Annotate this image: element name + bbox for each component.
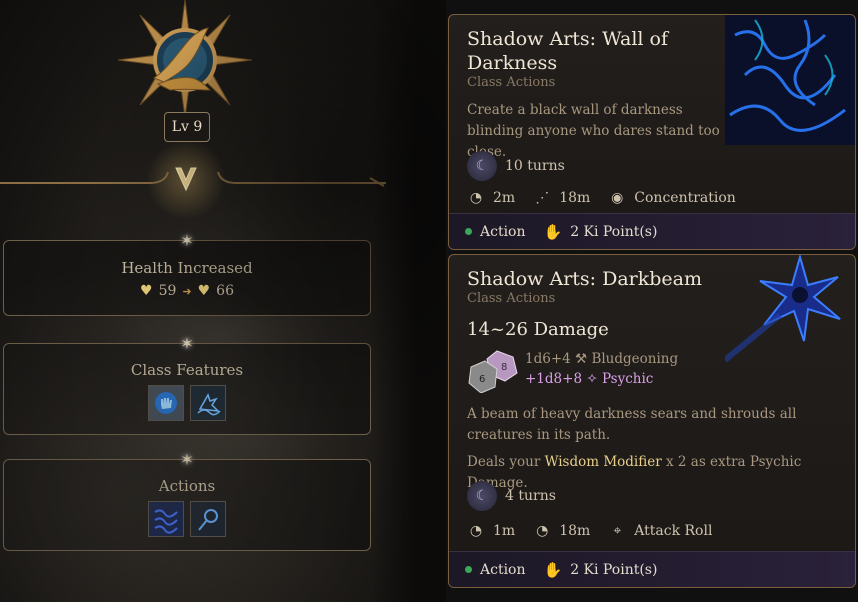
raised-fist-icon[interactable]: [148, 385, 184, 421]
tooltip-subtitle: Class Actions: [467, 75, 556, 90]
tooltip-footer: Action ✋ 2 Ki Point(s): [449, 551, 855, 587]
range-icon: ◔: [469, 523, 483, 539]
action-label: Action: [480, 561, 526, 578]
dice-icon: 8 6: [468, 350, 518, 393]
actions-card: ✶ Actions: [3, 450, 371, 551]
action-available-icon: [465, 566, 472, 573]
health-change-row: ♥ 59 ➜ ♥ 66: [4, 283, 370, 299]
duration-value: 10 turns: [505, 158, 565, 174]
damage-dice-1: 1d6+4: [525, 351, 571, 367]
damage-type-1: Bludgeoning: [591, 351, 679, 367]
wall-of-darkness-art-icon: [725, 15, 855, 145]
level-badge: Lv 9: [164, 112, 210, 142]
shadow-wall-icon[interactable]: [148, 501, 184, 537]
sparkle-icon: ✶: [180, 334, 194, 353]
tooltip-description: A beam of heavy darkness sears and shrou…: [467, 406, 797, 443]
ki-point-icon: ✋: [543, 222, 563, 241]
health-title: Health Increased: [121, 259, 253, 277]
extra-prefix: Deals your: [467, 454, 545, 470]
tooltip-footer: Action ✋ 2 Ki Point(s): [449, 213, 855, 249]
area-value: 18m: [559, 190, 591, 206]
tooltip-wall-of-darkness: Shadow Arts: Wall of Darkness Class Acti…: [448, 14, 856, 250]
crosshair-icon: ⌖: [613, 523, 622, 539]
duration-value: 4 turns: [505, 488, 556, 504]
actions-title: Actions: [158, 477, 216, 495]
area-value: 18m: [559, 523, 591, 539]
tooltip-column: Shadow Arts: Wall of Darkness Class Acti…: [446, 0, 858, 602]
level-up-panel: Lv 9 ✶ Health Increased ♥ 59 ➜ ♥ 66 ✶ Cl…: [0, 0, 446, 602]
ki-point-icon: ✋: [543, 560, 563, 579]
psychic-icon: ✧: [586, 371, 598, 387]
panel-divider: [372, 0, 446, 602]
sparkle-icon: ✶: [180, 450, 194, 469]
svg-text:8: 8: [501, 362, 507, 373]
damage-dice-2: +1d8+8: [525, 371, 583, 387]
darkbeam-icon[interactable]: [190, 501, 226, 537]
range-row: ◔ 2m ⋰ 18m ◉ Concentration: [467, 189, 736, 207]
heart-icon: ♥: [140, 283, 153, 299]
duration-row: ☾ 4 turns: [467, 481, 556, 511]
class-features-title: Class Features: [130, 361, 244, 379]
damage-line-psychic: +1d8+8 ✧ Psychic: [525, 371, 653, 387]
health-to: 66: [216, 283, 234, 299]
range-icon: ◔: [469, 190, 483, 206]
action-label: Action: [480, 223, 526, 240]
class-emblem-icon: [118, 0, 252, 119]
duration-row: ☾ 10 turns: [467, 151, 565, 181]
ki-cost: 2 Ki Point(s): [570, 561, 658, 578]
range-value: 1m: [493, 523, 516, 539]
darkbeam-art-icon: [725, 255, 841, 363]
health-from: 59: [158, 283, 177, 299]
duration-icon: ☾: [467, 151, 497, 181]
damage-total: 14~26 Damage: [467, 319, 609, 340]
duration-icon: ☾: [467, 481, 497, 511]
arrow-right-icon: ➜: [182, 284, 192, 298]
ki-cost: 2 Ki Point(s): [570, 223, 658, 240]
range-value: 2m: [493, 190, 516, 206]
concentration-icon: ◉: [611, 190, 624, 206]
tooltip-darkbeam: Shadow Arts: Darkbeam Class Actions 14~2…: [448, 254, 856, 588]
attack-roll-label: Attack Roll: [634, 523, 713, 539]
wisdom-modifier-link[interactable]: Wisdom Modifier: [545, 454, 662, 470]
ornamental-divider: [0, 167, 386, 192]
svg-text:6: 6: [479, 374, 485, 385]
tooltip-subtitle: Class Actions: [467, 291, 556, 306]
hammer-icon: ⚒: [575, 351, 588, 367]
damage-line-bludgeoning: 1d6+4 ⚒ Bludgeoning: [525, 351, 678, 367]
tooltip-title: Shadow Arts: Darkbeam: [467, 268, 703, 290]
damage-type-2: Psychic: [601, 371, 654, 387]
tooltip-title: Shadow Arts: Wall of Darkness: [467, 28, 668, 74]
sparkle-icon: ✶: [180, 231, 194, 250]
range-row: ◔ 1m ◔ 18m ⌖ Attack Roll: [467, 522, 713, 540]
concentration-label: Concentration: [634, 190, 736, 206]
action-available-icon: [465, 228, 472, 235]
health-increased-card: ✶ Health Increased ♥ 59 ➜ ♥ 66: [3, 231, 371, 316]
area-icon: ◔: [536, 523, 549, 539]
area-icon: ⋰: [535, 190, 550, 206]
ki-wave-icon[interactable]: [190, 385, 226, 421]
class-features-card: ✶ Class Features: [3, 334, 371, 435]
heart-icon: ♥: [197, 283, 211, 299]
